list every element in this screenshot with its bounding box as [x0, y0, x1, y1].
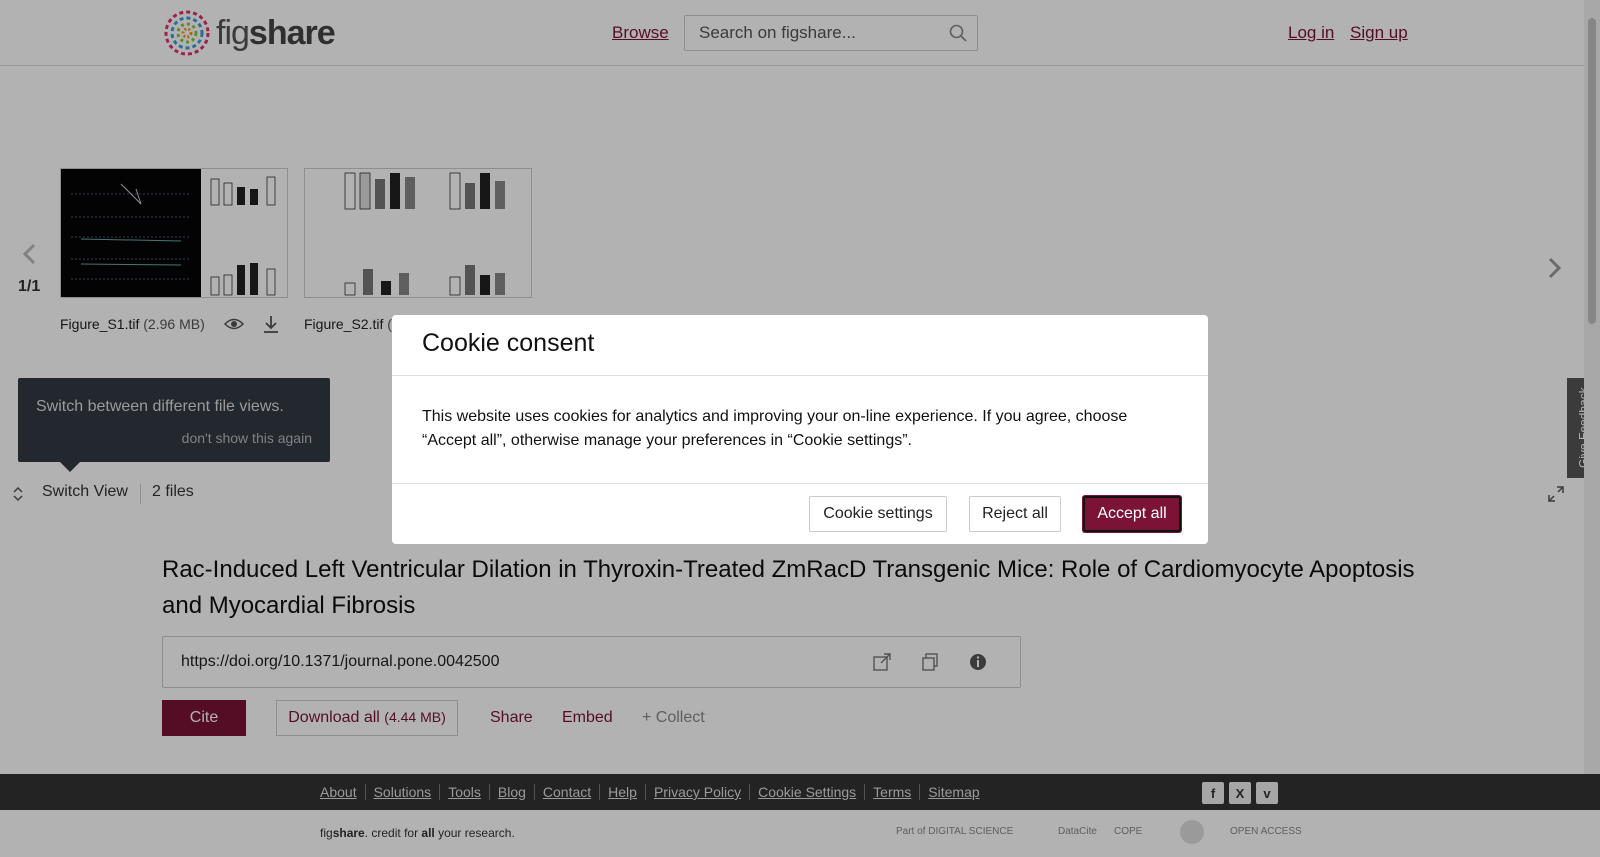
dialog-divider [392, 483, 1208, 484]
cookie-settings-button[interactable]: Cookie settings [809, 496, 947, 532]
accept-all-button[interactable]: Accept all [1083, 496, 1181, 532]
cookie-dialog-body: This website uses cookies for analytics … [422, 408, 1128, 449]
cookie-consent-dialog: Cookie consent This website uses cookies… [392, 315, 1208, 544]
reject-all-button[interactable]: Reject all [969, 496, 1061, 532]
cookie-dialog-title: Cookie consent [422, 329, 595, 357]
dialog-divider [392, 375, 1208, 376]
